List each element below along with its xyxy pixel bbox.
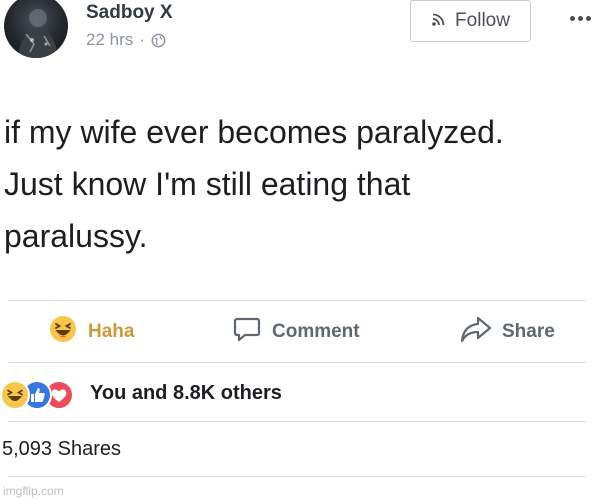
post-meta: 22 hrs · bbox=[86, 30, 166, 50]
watermark: imgflip.com bbox=[3, 484, 64, 498]
haha-emoji-icon bbox=[48, 314, 78, 350]
globe-icon bbox=[151, 33, 166, 48]
haha-button[interactable]: Haha bbox=[48, 312, 134, 352]
meta-separator: · bbox=[139, 30, 145, 49]
post-timestamp[interactable]: 22 hrs bbox=[86, 30, 133, 50]
post-text-line: if my wife ever becomes paralyzed. bbox=[4, 114, 504, 150]
post-text: if my wife ever becomes paralyzed. Just … bbox=[4, 106, 592, 262]
share-icon bbox=[460, 314, 492, 350]
haha-label: Haha bbox=[88, 321, 135, 342]
reactions-summary[interactable]: You and 8.8K others bbox=[0, 375, 282, 411]
follow-button[interactable]: Follow bbox=[410, 0, 531, 42]
reaction-icons bbox=[0, 378, 84, 410]
avatar-image bbox=[18, 9, 58, 58]
more-dots-icon[interactable] bbox=[566, 8, 594, 28]
post-actions: Haha Comment Share bbox=[0, 312, 594, 354]
divider bbox=[8, 362, 586, 363]
divider bbox=[8, 421, 586, 422]
avatar[interactable] bbox=[4, 0, 68, 58]
post-text-line: paralussy. bbox=[4, 218, 148, 254]
haha-reaction-icon bbox=[0, 380, 30, 410]
comment-label: Comment bbox=[272, 321, 360, 342]
share-label: Share bbox=[502, 321, 555, 342]
comment-button[interactable]: Comment bbox=[232, 312, 360, 352]
divider bbox=[8, 300, 586, 301]
comment-icon bbox=[232, 314, 262, 350]
share-button[interactable]: Share bbox=[460, 312, 555, 352]
reaction-count: You and 8.8K others bbox=[90, 381, 282, 404]
post-header: Sadboy X 22 hrs · Follow bbox=[0, 0, 594, 60]
divider bbox=[8, 476, 586, 477]
follow-label: Follow bbox=[455, 10, 510, 31]
post-text-line: Just know I'm still eating that bbox=[4, 166, 411, 202]
rss-icon bbox=[431, 11, 447, 32]
shares-count[interactable]: 5,093 Shares bbox=[2, 438, 121, 461]
author-name[interactable]: Sadboy X bbox=[86, 2, 173, 24]
